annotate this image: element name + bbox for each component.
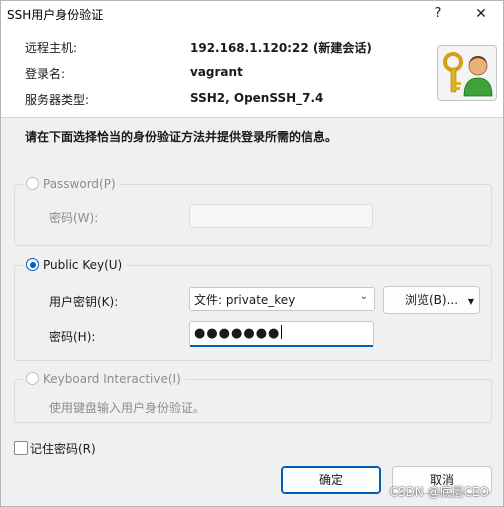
session-info-header: 远程主机: 192.168.1.120:22 (新建会话) 登录名: vagra… — [1, 27, 503, 117]
dropdown-arrow-icon: ▼ — [467, 297, 474, 306]
remote-host-value: 192.168.1.120:22 (新建会话) — [190, 41, 372, 55]
csdn-watermark: CSDN @底层CEO — [389, 485, 489, 499]
instruction-text: 请在下面选择恰当的身份验证方法并提供登录所需的信息。 — [25, 130, 338, 144]
login-name-label: 登录名: — [25, 67, 66, 81]
radio-circle — [26, 258, 39, 271]
password-radio[interactable]: Password(P) — [23, 176, 120, 192]
browse-button[interactable]: 浏览(B)... ▼ — [383, 286, 480, 314]
ok-button[interactable]: 确定 — [281, 466, 381, 494]
password-field-label: 密码(W): — [49, 211, 99, 225]
publickey-radio[interactable]: Public Key(U) — [23, 257, 127, 273]
remote-host-label: 远程主机: — [25, 41, 78, 55]
password-mask: ●●●●●●● — [194, 326, 281, 341]
key-password-value: ●●●●●●● — [194, 325, 283, 341]
remember-password-checkbox[interactable] — [14, 441, 28, 455]
keyboard-interactive-description: 使用键盘输入用户身份验证。 — [49, 401, 206, 415]
remember-password-label[interactable]: 记住密码(R) — [30, 440, 96, 457]
close-button[interactable]: ✕ — [469, 3, 493, 25]
key-password-label: 密码(H): — [49, 330, 96, 344]
chevron-down-icon: ⌄ — [359, 291, 368, 302]
header-divider — [1, 117, 503, 118]
keyboard-interactive-radio-label: Keyboard Interactive(I) — [43, 372, 181, 386]
key-user-icon — [437, 45, 497, 101]
browse-button-label: 浏览(B)... — [404, 293, 459, 307]
password-radio-label: Password(P) — [43, 177, 116, 191]
key-password-input[interactable]: ●●●●●●● — [189, 321, 374, 347]
radio-circle — [26, 372, 39, 385]
radio-circle — [26, 177, 39, 190]
focus-underline — [190, 345, 373, 347]
title-bar: SSH用户身份验证 ? ✕ — [1, 1, 503, 27]
keyboard-interactive-radio[interactable]: Keyboard Interactive(I) — [23, 371, 185, 387]
server-type-label: 服务器类型: — [25, 93, 90, 107]
ssh-auth-dialog: SSH用户身份验证 ? ✕ 远程主机: 192.168.1.120:22 (新建… — [0, 0, 504, 507]
help-button[interactable]: ? — [426, 3, 450, 25]
password-input[interactable] — [189, 204, 373, 228]
login-name-value: vagrant — [190, 65, 243, 79]
user-key-select[interactable]: 文件: private_key ⌄ — [189, 287, 375, 311]
text-caret — [281, 325, 283, 339]
publickey-radio-label: Public Key(U) — [43, 258, 123, 272]
window-title: SSH用户身份验证 — [7, 8, 104, 22]
server-type-value: SSH2, OpenSSH_7.4 — [190, 91, 324, 105]
user-key-value: 文件: private_key — [194, 293, 296, 307]
user-key-label: 用户密钥(K): — [49, 295, 119, 309]
